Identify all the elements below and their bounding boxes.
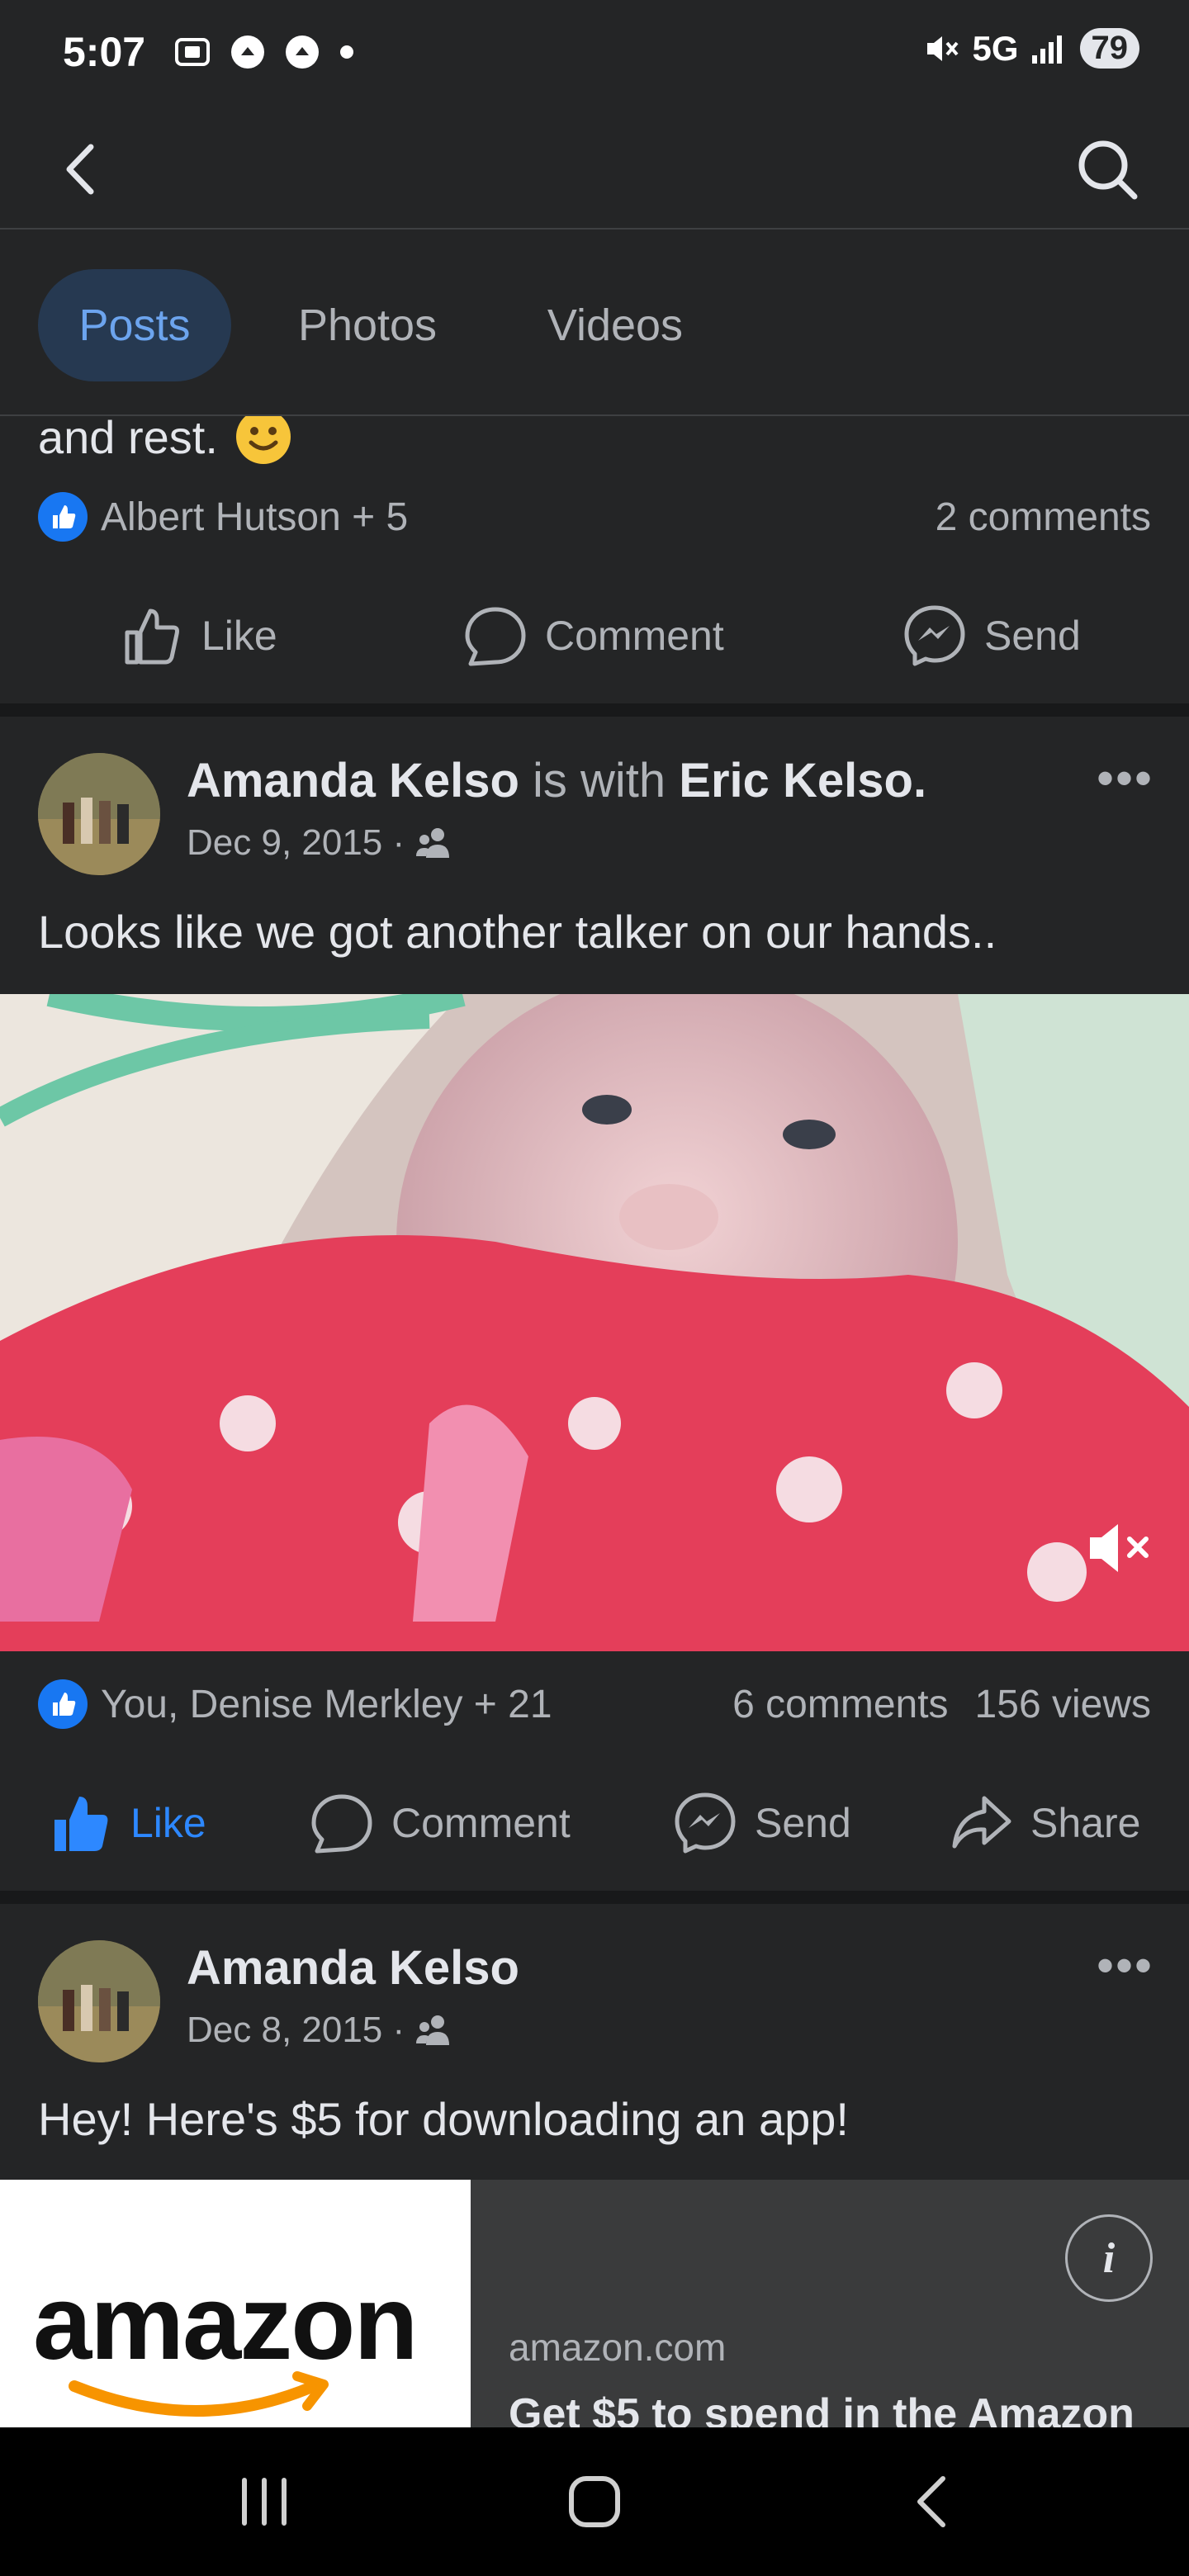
send-button[interactable]: Send (903, 604, 1081, 667)
comment-button[interactable]: Comment (310, 1792, 571, 1854)
like-reaction-icon (38, 1679, 88, 1729)
post3-date[interactable]: Dec 8, 2015 · (187, 2010, 452, 2051)
friends-icon (416, 2015, 450, 2045)
tab-videos[interactable]: Videos (528, 269, 702, 381)
more-options-icon[interactable]: ••• (1097, 750, 1153, 807)
like-label: Like (201, 613, 277, 659)
notification-circle-icon (286, 36, 319, 69)
system-nav-bar (0, 2427, 1189, 2576)
recent-apps-button[interactable] (231, 2469, 297, 2535)
like-button[interactable]: Like (121, 604, 277, 667)
share-icon (952, 1796, 1011, 1849)
search-button[interactable] (1070, 132, 1144, 206)
signal-icon (1031, 35, 1062, 64)
reactions-text: You, Denise Merkley + 21 (101, 1682, 552, 1726)
friends-icon (416, 828, 450, 858)
video-player[interactable] (0, 994, 1189, 1651)
reactions-summary[interactable]: You, Denise Merkley + 21 (38, 1679, 552, 1729)
network-label: 5G (972, 28, 1019, 68)
post2-text: Looks like we got another talker on our … (38, 906, 997, 958)
post2-stats-row: You, Denise Merkley + 21 6 comments 156 … (38, 1679, 1151, 1729)
battery-indicator: 79 (1079, 28, 1139, 69)
mute-toggle[interactable] (1087, 1519, 1156, 1577)
screenshot-icon (175, 38, 210, 66)
send-label: Send (755, 1800, 851, 1846)
comment-icon (465, 607, 526, 666)
volume-off-icon (1090, 1524, 1149, 1572)
amazon-smile-icon (69, 2371, 329, 2417)
share-button[interactable]: Share (950, 1792, 1140, 1854)
amazon-logo: amazon (0, 2180, 471, 2427)
mute-icon (927, 36, 959, 61)
comment-label: Comment (545, 613, 724, 659)
post1-actions: Like Comment Send (0, 594, 1189, 677)
send-label: Send (984, 613, 1081, 659)
post-divider (0, 703, 1189, 717)
share-label: Share (1030, 1800, 1141, 1846)
comment-icon (311, 1794, 372, 1854)
more-options-icon[interactable]: ••• (1097, 1937, 1153, 1994)
post-text-tail: and rest. (38, 408, 292, 466)
period: . (912, 754, 927, 807)
logo-text: amazon (33, 2264, 419, 2382)
recent-apps-icon (242, 2478, 287, 2526)
home-icon (569, 2476, 620, 2527)
reactions-text: Albert Hutson + 5 (101, 495, 409, 539)
system-back-button[interactable] (900, 2469, 966, 2535)
tab-posts[interactable]: Posts (38, 269, 231, 381)
post-date: Dec 9, 2015 · (187, 822, 405, 863)
tab-bar: Posts Photos Videos (0, 230, 1189, 416)
status-notification-icons (173, 33, 355, 71)
post2-date[interactable]: Dec 9, 2015 · (187, 822, 452, 864)
dot-icon (340, 45, 353, 59)
reactions-summary[interactable]: Albert Hutson + 5 (38, 492, 408, 542)
like-reaction-icon (38, 492, 88, 542)
search-icon (1078, 140, 1138, 200)
home-button[interactable] (561, 2469, 628, 2535)
avatar[interactable] (38, 1940, 160, 2062)
tab-photos[interactable]: Photos (281, 269, 454, 381)
post2-actions: Like Comment Send Share (0, 1782, 1189, 1864)
messenger-icon (675, 1792, 736, 1854)
engagement-counts: 6 comments 156 views (732, 1682, 1151, 1727)
post3-text: Hey! Here's $5 for downloading an app! (38, 2093, 849, 2145)
back-button[interactable] (46, 132, 121, 206)
messenger-icon (904, 605, 965, 666)
comment-button[interactable]: Comment (464, 604, 724, 667)
ad-card[interactable]: amazon i amazon.com Get $5 to spend in t… (0, 2180, 1189, 2427)
author-name[interactable]: Amanda Kelso (187, 754, 519, 807)
thumbs-up-icon (125, 608, 179, 665)
ad-domain: amazon.com (509, 2326, 727, 2369)
with-text: is with (533, 754, 666, 807)
smile-emoji-icon (235, 410, 291, 464)
post-divider (0, 1891, 1189, 1904)
author-name[interactable]: Amanda Kelso (187, 1940, 519, 1996)
post-text: and rest. (38, 410, 218, 463)
chevron-left-icon (917, 2476, 945, 2527)
status-time: 5:07 (63, 29, 146, 75)
views-count: 156 views (974, 1682, 1151, 1726)
tagged-name[interactable]: Eric Kelso (679, 754, 913, 807)
post2-header-line: Amanda Kelso is with Eric Kelso. (187, 753, 926, 808)
notification-circle-icon (231, 36, 264, 69)
like-button[interactable]: Like (50, 1792, 206, 1854)
ad-headline: Get $5 to spend in the Amazon (509, 2390, 1135, 2427)
avatar[interactable] (38, 753, 160, 875)
post-date: Dec 8, 2015 · (187, 2010, 405, 2050)
top-app-bar (0, 107, 1189, 230)
comment-label: Comment (391, 1800, 571, 1846)
status-bar: 5:07 5G 79 (0, 0, 1189, 107)
comments-count[interactable]: 6 comments (732, 1682, 948, 1727)
thumbs-up-filled-icon (54, 1797, 108, 1851)
chevron-left-icon (66, 144, 94, 195)
info-icon[interactable]: i (1065, 2214, 1153, 2302)
comments-count[interactable]: 2 comments (936, 495, 1151, 540)
post1-stats-row: Albert Hutson + 5 2 comments (38, 492, 1151, 542)
send-button[interactable]: Send (674, 1792, 851, 1854)
like-label: Like (130, 1800, 206, 1846)
status-right: 5G 79 (922, 28, 1139, 69)
video-thumbnail (0, 994, 1189, 1651)
